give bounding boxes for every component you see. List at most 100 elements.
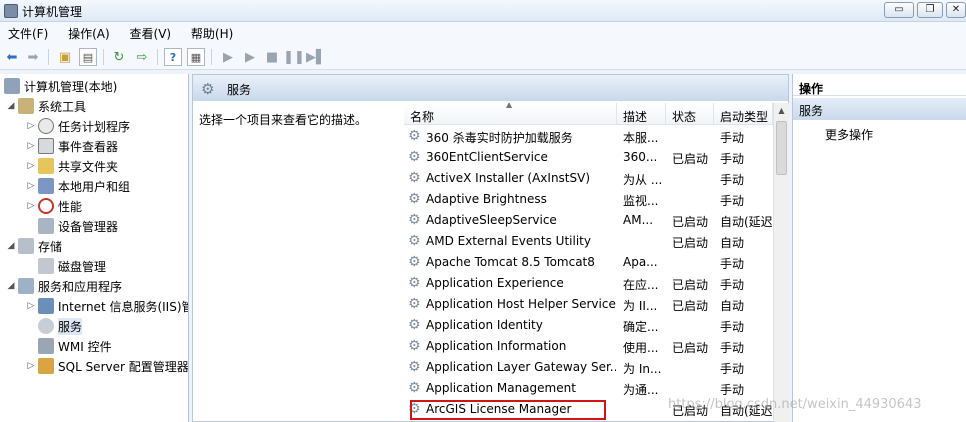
service-name: AMD External Events Utility [426, 234, 591, 248]
service-description: 确定... [623, 320, 659, 334]
expand-arrow-icon[interactable]: ▷ [26, 141, 36, 151]
help-icon[interactable]: ? [164, 48, 182, 66]
more-actions-link[interactable]: 更多操作 [825, 126, 873, 143]
tree-item-event-viewer[interactable]: ▷ 事件查看器 [26, 136, 118, 156]
table-row[interactable]: ⚙ Application Host Helper Service 为 II... 已… [404, 294, 774, 315]
table-row[interactable]: ⚙ AdaptiveSleepService AM... 已启动 自动(延迟 [404, 210, 774, 231]
tree-item-shared-folders[interactable]: ▷ 共享文件夹 [26, 156, 118, 176]
tree-item-disk-management[interactable]: 磁盘管理 [38, 256, 106, 276]
tree-item-performance[interactable]: ▷ 性能 [26, 196, 82, 216]
service-description: 本服... [623, 131, 659, 145]
pause-icon[interactable]: ❚❚ [283, 48, 305, 66]
service-name: 360 杀毒实时防护加载服务 [426, 131, 573, 145]
play-icon[interactable]: ▶ [219, 48, 237, 66]
service-gear-icon: ⚙ [408, 233, 421, 249]
services-list: ▲ 名称 描述 状态 启动类型 ⚙ 360 杀毒实时防护加载服务 本服... 手动 ⚙ 3… [404, 101, 789, 422]
service-name: Application Host Helper Service [426, 297, 616, 311]
table-row[interactable]: ⚙ Application Experience 在应... 已启动 手动 [404, 273, 774, 294]
actions-section-services[interactable]: 服务 [793, 98, 966, 120]
tree-item-device-manager[interactable]: 设备管理器 [38, 216, 118, 236]
collapse-arrow-icon[interactable]: ◢ [6, 241, 16, 251]
table-row[interactable]: ⚙ ActiveX Installer (AxInstSV) 为从 ... 手动 [404, 168, 774, 189]
expand-arrow-icon[interactable]: ▷ [26, 201, 36, 211]
tree-item-system-tools[interactable]: ◢ 系统工具 [6, 96, 86, 116]
scroll-up-icon[interactable]: ▲ [774, 103, 789, 119]
tree-item-services-apps[interactable]: ◢ 服务和应用程序 [6, 276, 122, 296]
menu-view[interactable]: 查看(V) [122, 22, 180, 42]
table-row[interactable]: ⚙ AMD External Events Utility 已启动 自动 [404, 231, 774, 252]
service-name: ActiveX Installer (AxInstSV) [426, 171, 591, 185]
table-row[interactable]: ⚙ 360 杀毒实时防护加载服务 本服... 手动 [404, 126, 774, 147]
expand-arrow-icon[interactable]: ▷ [26, 301, 36, 311]
column-header-description[interactable]: 描述 [617, 103, 666, 125]
restart-icon[interactable]: ▶▌ [306, 48, 326, 66]
tree-item-iis[interactable]: ▷ Internet 信息服务(IIS)管 [26, 296, 188, 316]
tree-root[interactable]: 计算机管理(本地) [4, 76, 117, 96]
service-startup-type: 手动 [720, 131, 745, 145]
close-button[interactable]: ✕ [946, 2, 966, 18]
expand-arrow-icon[interactable]: ▷ [26, 361, 36, 371]
service-status: 已启动 [672, 278, 709, 292]
export-list-icon[interactable]: ⇨ [133, 48, 151, 66]
menu-file[interactable]: 文件(F) [0, 22, 56, 42]
column-header-startup-type[interactable]: 启动类型 [714, 103, 773, 125]
table-row[interactable]: ⚙ Application Information 使用... 已启动 手动 [404, 336, 774, 357]
column-header-name[interactable]: ▲ 名称 [404, 103, 617, 125]
expand-arrow-icon[interactable]: ▷ [26, 181, 36, 191]
table-row[interactable]: ⚙ Application Identity 确定... 手动 [404, 315, 774, 336]
table-row[interactable]: ⚙ Adaptive Brightness 监视... 手动 [404, 189, 774, 210]
collapse-arrow-icon[interactable]: ◢ [6, 281, 16, 291]
sql-server-icon [38, 358, 54, 374]
tree-item-local-users[interactable]: ▷ 本地用户和组 [26, 176, 130, 196]
computer-management-icon [4, 4, 18, 18]
title-bar: 计算机管理 ▭ ❐ ✕ [0, 0, 966, 22]
stop-icon[interactable]: ■ [263, 48, 281, 66]
menu-help[interactable]: 帮助(H) [183, 22, 241, 42]
restore-button[interactable]: ❐ [917, 2, 943, 18]
toolbar-separator [157, 49, 158, 65]
service-gear-icon: ⚙ [408, 128, 421, 144]
service-startup-type: 手动 [720, 341, 745, 355]
menu-action[interactable]: 操作(A) [60, 22, 118, 42]
tree-item-task-scheduler[interactable]: ▷ 任务计划程序 [26, 116, 130, 136]
back-arrow-icon[interactable]: ⬅ [3, 48, 21, 66]
disk-icon [38, 258, 54, 274]
expand-arrow-icon[interactable]: ▷ [26, 161, 36, 171]
table-row[interactable]: ⚙ Application Management 为通... 手动 [404, 378, 774, 399]
properties-icon[interactable]: ▦ [187, 48, 205, 66]
services-panel: ⚙ 服务 选择一个项目来查看它的描述。 ▲ 名称 描述 状态 启动类型 ⚙ 360… [192, 74, 789, 422]
table-row[interactable]: ⚙ Apache Tomcat 8.5 Tomcat8 Apa... 手动 [404, 252, 774, 273]
event-viewer-icon [38, 138, 54, 154]
menu-bar: 文件(F) 操作(A) 查看(V) 帮助(H) [0, 22, 966, 44]
minimize-button[interactable]: ▭ [884, 2, 914, 18]
service-gear-icon: ⚙ [408, 296, 421, 312]
service-name: 360EntClientService [426, 150, 548, 164]
table-row[interactable]: ⚙ 360EntClientService 360... 已启动 手动 [404, 147, 774, 168]
service-name: Application Information [426, 339, 567, 353]
service-name: Application Layer Gateway Ser... [426, 360, 616, 374]
toolbar-separator [211, 49, 212, 65]
play-alt-icon[interactable]: ▶ [241, 48, 259, 66]
tree-item-storage[interactable]: ◢ 存储 [6, 236, 62, 256]
tree-item-services[interactable]: 服务 [38, 316, 83, 336]
service-name: AdaptiveSleepService [426, 213, 557, 227]
vertical-scrollbar[interactable]: ▲ [773, 103, 789, 422]
refresh-icon[interactable]: ↻ [110, 48, 128, 66]
column-header-status[interactable]: 状态 [666, 103, 714, 125]
show-tree-icon[interactable]: ▤ [79, 48, 97, 66]
folder-up-icon[interactable]: ▣ [56, 48, 74, 66]
tree-item-sql-server[interactable]: ▷ SQL Server 配置管理器 [26, 356, 188, 376]
forward-arrow-icon[interactable]: ➡ [24, 48, 42, 66]
service-name: Apache Tomcat 8.5 Tomcat8 [426, 255, 595, 269]
storage-icon [18, 238, 34, 254]
table-row[interactable]: ⚙ Application Layer Gateway Ser... 为 In...… [404, 357, 774, 378]
service-name: Adaptive Brightness [426, 192, 547, 206]
service-startup-type: 自动 [720, 236, 745, 250]
expand-arrow-icon[interactable]: ▷ [26, 121, 36, 131]
service-description: 在应... [623, 278, 659, 292]
tree-item-wmi[interactable]: WMI 控件 [38, 336, 112, 356]
service-gear-icon: ⚙ [408, 149, 421, 165]
sort-ascending-icon: ▲ [506, 103, 513, 109]
collapse-arrow-icon[interactable]: ◢ [6, 101, 16, 111]
scroll-thumb[interactable] [776, 121, 787, 175]
